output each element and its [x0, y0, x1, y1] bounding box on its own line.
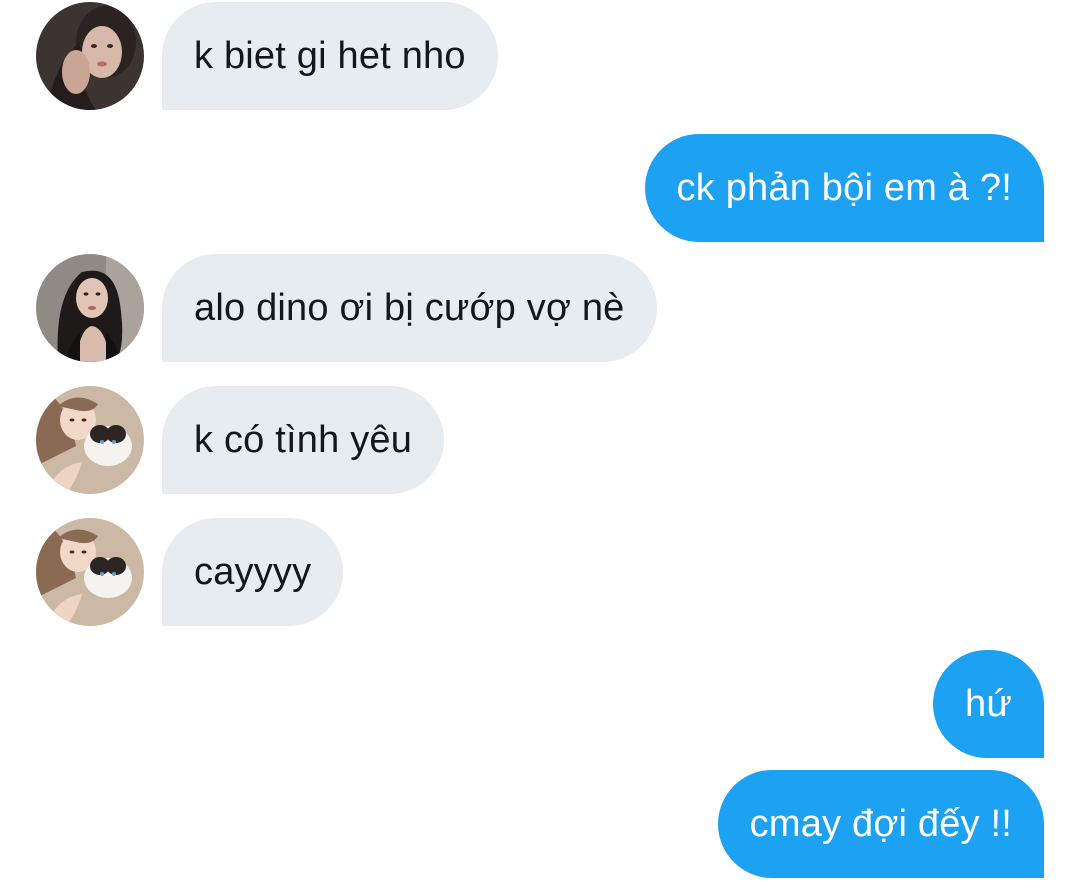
incoming-message-bubble[interactable]: k biet gi het nho — [162, 2, 498, 110]
avatar[interactable] — [36, 386, 144, 494]
incoming-message-bubble[interactable]: cayyyy — [162, 518, 344, 626]
avatar-photo-icon — [36, 386, 144, 494]
avatar[interactable] — [36, 2, 144, 110]
outgoing-message-bubble[interactable]: cmay đợi đếy !! — [717, 770, 1044, 878]
avatar[interactable] — [36, 518, 144, 626]
outgoing-message-bubble[interactable]: hứ — [933, 650, 1044, 758]
avatar-photo-icon — [36, 2, 144, 110]
avatar[interactable] — [36, 254, 144, 362]
avatar-photo-icon — [36, 518, 144, 626]
incoming-message-bubble[interactable]: alo dino ơi bị cướp vợ nè — [162, 254, 657, 362]
avatar-photo-icon — [36, 254, 144, 362]
outgoing-message-bubble[interactable]: ck phản bội em à ?! — [644, 134, 1044, 242]
incoming-message-bubble[interactable]: k có tình yêu — [162, 386, 445, 494]
